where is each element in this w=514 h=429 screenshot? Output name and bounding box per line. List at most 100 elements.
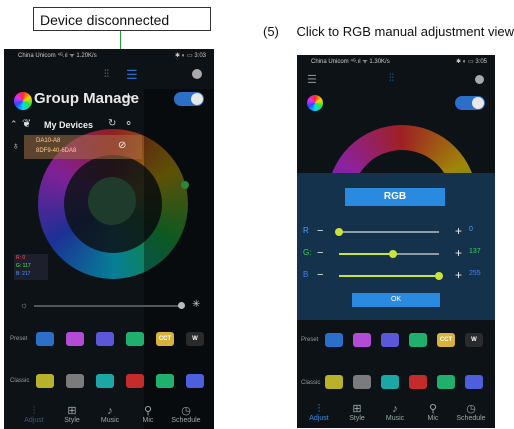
slider-b[interactable]: B − +255 bbox=[297, 268, 495, 283]
increase-button[interactable]: + bbox=[455, 246, 462, 260]
group-color-icon bbox=[14, 92, 32, 110]
slider-r[interactable]: R − +0 bbox=[297, 224, 495, 239]
color-swatch[interactable] bbox=[437, 375, 455, 389]
tab-style[interactable]: ⊞ Style bbox=[339, 403, 375, 422]
system-status: ✱ ◐ ▭ 3:03 bbox=[175, 53, 206, 59]
cct-swatch[interactable]: CCT bbox=[437, 333, 455, 347]
preset-label: Preset bbox=[301, 337, 319, 343]
color-swatch[interactable] bbox=[186, 374, 204, 388]
white-swatch[interactable]: W bbox=[465, 333, 483, 347]
tab-label: Schedule bbox=[456, 415, 486, 422]
phone-screenshot-left: China Unicom ⁴ᴳ.ıl ᯤ 1.20K/s ✱ ◐ ▭ 3:03 … bbox=[4, 49, 214, 429]
refresh-icon[interactable]: ↻ bbox=[108, 118, 116, 129]
color-swatch[interactable] bbox=[66, 374, 84, 388]
link-icon[interactable]: ⚬ bbox=[124, 117, 133, 130]
bulbs-icon: ❦ bbox=[22, 118, 32, 130]
mic-icon: ⚲ bbox=[428, 403, 438, 415]
slider-fill bbox=[339, 253, 393, 255]
slider-label: G: bbox=[303, 248, 312, 257]
color-swatch[interactable] bbox=[465, 375, 483, 389]
color-swatch[interactable] bbox=[96, 374, 114, 388]
slider-label: R bbox=[303, 226, 309, 235]
tab-label: Mic bbox=[142, 417, 154, 424]
rgb-sliders: R − +0 G: − +137 B − +255 bbox=[297, 55, 495, 428]
schedule-icon: ◷ bbox=[466, 403, 476, 415]
color-swatch[interactable] bbox=[381, 333, 399, 347]
slider-value: 137 bbox=[469, 248, 481, 255]
decrease-button[interactable]: − bbox=[317, 225, 323, 237]
color-swatch[interactable] bbox=[409, 375, 427, 389]
schedule-icon: ◷ bbox=[181, 405, 191, 417]
slider-thumb[interactable] bbox=[435, 272, 443, 280]
step-caption: (5) Click to RGB manual adjustment view bbox=[263, 24, 514, 39]
style-icon: ⊞ bbox=[67, 405, 77, 417]
color-swatch[interactable] bbox=[126, 332, 144, 346]
increase-button[interactable]: + bbox=[455, 268, 462, 282]
tab-style[interactable]: ⊞ Style bbox=[54, 405, 90, 424]
color-swatch[interactable] bbox=[36, 332, 54, 346]
ok-button[interactable]: OK bbox=[352, 293, 440, 307]
decrease-button[interactable]: − bbox=[317, 247, 323, 259]
tab-schedule[interactable]: ◷ Schedule bbox=[453, 403, 489, 422]
classic-label: Classic bbox=[10, 378, 30, 384]
tab-mic[interactable]: ⚲ Mic bbox=[415, 403, 451, 422]
color-swatch[interactable] bbox=[156, 374, 174, 388]
slider-track[interactable] bbox=[339, 231, 439, 233]
tab-adjust[interactable]: ⫶ Adjust bbox=[16, 405, 52, 424]
brightness-slider[interactable] bbox=[34, 305, 184, 307]
carrier-status: China Unicom ⁴ᴳ.ıl ᯤ 1.20K/s bbox=[18, 53, 97, 59]
music-icon: ♪ bbox=[107, 405, 113, 417]
slider-label: B bbox=[303, 270, 309, 279]
color-swatch[interactable] bbox=[381, 375, 399, 389]
r-readout: R: 0 bbox=[16, 255, 26, 261]
slider-value: 0 bbox=[469, 226, 473, 233]
step-text: Click to RGB manual adjustment view bbox=[296, 24, 514, 39]
color-swatch[interactable] bbox=[325, 333, 343, 347]
tab-music[interactable]: ♪ Music bbox=[92, 405, 128, 424]
tab-label: Music bbox=[100, 417, 120, 424]
preset-label: Preset bbox=[10, 336, 28, 342]
tab-mic[interactable]: ⚲ Mic bbox=[130, 405, 166, 424]
brightness-high-icon: ✳ bbox=[192, 299, 201, 310]
g-readout: G: 117 bbox=[16, 263, 31, 269]
device-disconnected-callout: Device disconnected bbox=[33, 7, 211, 31]
brightness-thumb[interactable] bbox=[178, 302, 185, 309]
power-icon[interactable] bbox=[192, 69, 202, 79]
slider-thumb[interactable] bbox=[389, 250, 397, 258]
white-swatch[interactable]: W bbox=[186, 332, 204, 346]
color-swatch[interactable] bbox=[353, 333, 371, 347]
mic-icon: ⚲ bbox=[143, 405, 153, 417]
slider-g[interactable]: G: − +137 bbox=[297, 246, 495, 261]
tab-schedule[interactable]: ◷ Schedule bbox=[168, 405, 204, 424]
phone-screenshot-right: China Unicom ⁴ᴳ.ıl ᯤ 1.30K/s ✱ ◐ ▭ 3:05 … bbox=[297, 55, 495, 428]
adjust-icon[interactable]: ⫶⫶ bbox=[104, 69, 109, 80]
color-swatch[interactable] bbox=[353, 375, 371, 389]
add-group-button[interactable]: + bbox=[124, 89, 133, 106]
adjust-icon: ⫶ bbox=[32, 405, 36, 417]
bottom-tab-bar: ⫶ Adjust ⊞ Style ♪ Music ⚲ Mic ◷ Schedule bbox=[301, 403, 491, 427]
my-devices-row[interactable]: ⌃ ❦ My Devices ↻ ⚬ bbox=[4, 117, 142, 135]
color-swatch[interactable] bbox=[325, 375, 343, 389]
list-icon[interactable]: ☰ bbox=[126, 67, 138, 83]
color-swatch[interactable] bbox=[409, 333, 427, 347]
bottom-tab-bar: ⫶ Adjust ⊞ Style ♪ Music ⚲ Mic ◷ Schedule bbox=[16, 405, 206, 429]
bulb-icon: ♁ bbox=[12, 141, 20, 152]
power-toggle[interactable] bbox=[174, 92, 204, 106]
expand-chevron-icon[interactable]: ⌃ bbox=[10, 119, 18, 130]
disconnected-link-icon: ⊘ bbox=[118, 140, 127, 151]
tab-label: Adjust bbox=[24, 417, 44, 424]
tab-adjust[interactable]: ⫶ Adjust bbox=[301, 403, 337, 422]
device-item[interactable]: ♁ DA10-A8 8DF9-40-6DA8 ⊘ bbox=[12, 135, 142, 159]
cct-swatch[interactable]: CCT bbox=[156, 332, 174, 346]
device-name: DA10-A8 bbox=[36, 138, 61, 144]
color-swatch[interactable] bbox=[96, 332, 114, 346]
decrease-button[interactable]: − bbox=[317, 269, 323, 281]
slider-fill bbox=[339, 275, 439, 277]
increase-button[interactable]: + bbox=[455, 224, 462, 238]
tab-label: Adjust bbox=[309, 415, 329, 422]
slider-thumb[interactable] bbox=[335, 228, 343, 236]
color-swatch[interactable] bbox=[36, 374, 54, 388]
color-swatch[interactable] bbox=[66, 332, 84, 346]
color-swatch[interactable] bbox=[126, 374, 144, 388]
tab-music[interactable]: ♪ Music bbox=[377, 403, 413, 422]
